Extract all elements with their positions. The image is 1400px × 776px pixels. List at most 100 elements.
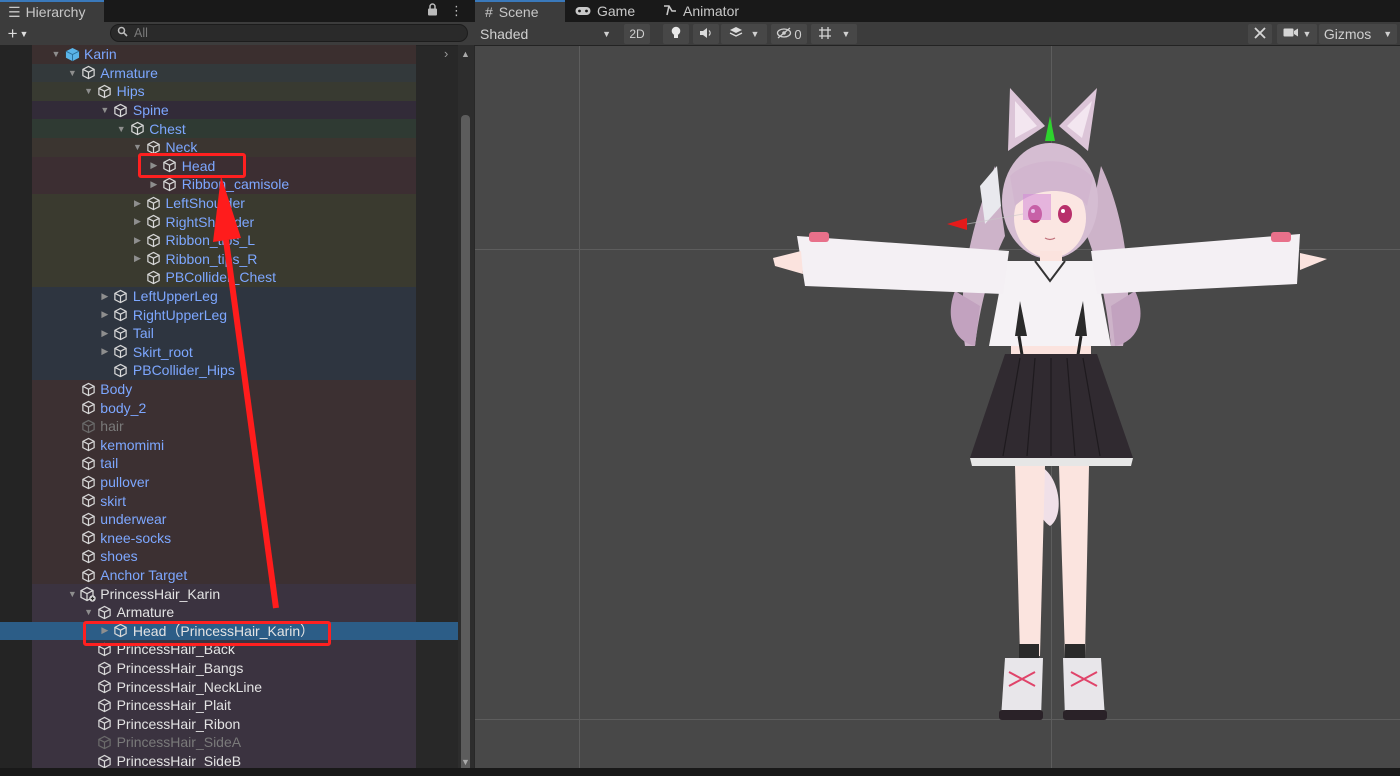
- hierarchy-item-label: Chest: [149, 120, 186, 137]
- hierarchy-item[interactable]: ▶ knee-socks: [0, 529, 458, 548]
- scene-panel: # Scene Game Animator Shaded ▼ 2D ▼ 0 ▼ …: [475, 0, 1400, 776]
- hierarchy-item[interactable]: ▶ PBCollider_Hips: [0, 361, 458, 380]
- expand-arrow-right-icon[interactable]: ▶: [132, 253, 144, 264]
- audio-toggle[interactable]: [693, 24, 719, 44]
- hierarchy-item-label: shoes: [100, 548, 138, 565]
- expand-arrow-right-icon[interactable]: ▶: [99, 346, 111, 357]
- gizmos-dropdown[interactable]: Gizmos ▼: [1319, 24, 1397, 44]
- search-input[interactable]: [134, 26, 434, 40]
- hidden-objects-toggle[interactable]: 0: [771, 24, 807, 44]
- kebab-menu-icon[interactable]: ⋮: [450, 3, 463, 19]
- tab-animator-label: Animator: [683, 3, 740, 19]
- hierarchy-item[interactable]: ▼ Karin: [0, 45, 458, 64]
- scene-viewport[interactable]: [475, 46, 1400, 776]
- tab-hierarchy-label: Hierarchy: [25, 4, 86, 20]
- hierarchy-item-label: Armature: [116, 604, 175, 621]
- tab-animator[interactable]: Animator: [653, 0, 753, 22]
- expand-arrow-down-icon[interactable]: ▼: [99, 105, 111, 115]
- no-arrow: ▶: [66, 495, 78, 506]
- dropdown-caret-icon: ▼: [841, 29, 851, 39]
- expand-arrow-down-icon[interactable]: ▼: [83, 607, 95, 617]
- expand-arrow-right-icon[interactable]: ▶: [99, 309, 111, 320]
- hierarchy-item[interactable]: ▶ LeftUpperLeg: [0, 287, 458, 306]
- expand-arrow-down-icon[interactable]: ▼: [66, 589, 78, 599]
- expand-arrow-down-icon[interactable]: ▼: [83, 86, 95, 96]
- cube-icon: [80, 437, 96, 453]
- hierarchy-item-label: body_2: [100, 399, 147, 416]
- hierarchy-item[interactable]: ▼ Chest: [0, 119, 458, 138]
- create-button[interactable]: + ▼: [0, 22, 36, 46]
- hierarchy-item[interactable]: ▶ PrincessHair_Bangs: [0, 659, 458, 678]
- hierarchy-item[interactable]: ▶ shoes: [0, 547, 458, 566]
- hierarchy-item[interactable]: ▼ PrincessHair_Karin: [0, 584, 458, 603]
- tools-icon: [1253, 26, 1267, 43]
- hierarchy-item[interactable]: ▶ Tail: [0, 324, 458, 343]
- effects-dropdown[interactable]: ▼: [721, 24, 767, 44]
- hierarchy-item[interactable]: ▶ PrincessHair_SideA: [0, 733, 458, 752]
- cube-icon: [146, 214, 162, 230]
- hierarchy-item[interactable]: ▼ Spine: [0, 101, 458, 120]
- expand-arrow-right-icon[interactable]: ▶: [99, 328, 111, 339]
- hierarchy-item[interactable]: ▼ Armature: [0, 64, 458, 83]
- expand-arrow-down-icon[interactable]: ▼: [132, 142, 144, 152]
- cube-icon: [146, 251, 162, 267]
- no-arrow: ▶: [83, 700, 95, 711]
- hierarchy-item[interactable]: ▶ pullover: [0, 473, 458, 492]
- hierarchy-item[interactable]: ▶ Body: [0, 380, 458, 399]
- avatar-model[interactable]: [475, 46, 1400, 776]
- hierarchy-item[interactable]: ▶ hair: [0, 417, 458, 436]
- scroll-up-icon[interactable]: ▲: [461, 49, 470, 59]
- hierarchy-item[interactable]: ▼ Armature: [0, 603, 458, 622]
- hierarchy-item[interactable]: ▶ PrincessHair_Plait: [0, 696, 458, 715]
- hierarchy-item-label: Tail: [132, 325, 154, 342]
- lightbulb-icon: [670, 26, 682, 43]
- cube-icon: [146, 232, 162, 248]
- grid-snap-dropdown[interactable]: ▼: [811, 24, 857, 44]
- tab-scene[interactable]: # Scene: [475, 0, 565, 22]
- tab-hierarchy[interactable]: ☰ Hierarchy: [0, 0, 104, 22]
- hierarchy-item[interactable]: ▶ skirt: [0, 491, 458, 510]
- dropdown-caret-icon: ▼: [750, 29, 760, 39]
- hierarchy-item[interactable]: ▶ RightUpperLeg: [0, 305, 458, 324]
- no-arrow: ▶: [83, 663, 95, 674]
- chevron-right-icon[interactable]: ›: [444, 46, 448, 61]
- hierarchy-item[interactable]: ▶ Skirt_root: [0, 343, 458, 362]
- no-arrow: ▶: [132, 272, 144, 283]
- hierarchy-item[interactable]: ▶ PrincessHair_NeckLine: [0, 677, 458, 696]
- hierarchy-item[interactable]: ▶ PBCollider_Chest: [0, 268, 458, 287]
- expand-arrow-down-icon[interactable]: ▼: [66, 68, 78, 78]
- expand-arrow-down-icon[interactable]: ▼: [115, 124, 127, 134]
- expand-arrow-right-icon[interactable]: ▶: [132, 235, 144, 246]
- expand-arrow-down-icon[interactable]: ▼: [50, 49, 62, 59]
- cube-icon: [97, 734, 113, 750]
- expand-arrow-right-icon[interactable]: ▶: [99, 291, 111, 302]
- hierarchy-item-label: Ribbon_tips_R: [165, 250, 258, 267]
- hierarchy-item[interactable]: ▶ body_2: [0, 398, 458, 417]
- scrollbar-thumb[interactable]: [461, 115, 470, 776]
- expand-arrow-right-icon[interactable]: ▶: [132, 198, 144, 209]
- scroll-down-icon[interactable]: ▼: [461, 757, 470, 767]
- hierarchy-tab-icons: ⋮: [427, 3, 463, 19]
- hierarchy-item[interactable]: ▼ Hips: [0, 82, 458, 101]
- hierarchy-item[interactable]: ▶ Ribbon_tips_L: [0, 231, 458, 250]
- shading-mode-dropdown[interactable]: Shaded ▼: [480, 22, 615, 46]
- tools-button[interactable]: [1248, 24, 1272, 44]
- cube-icon: [113, 344, 129, 360]
- hierarchy-item[interactable]: ▶ PrincessHair_Ribon: [0, 715, 458, 734]
- hierarchy-item[interactable]: ▶ RightShoulder: [0, 212, 458, 231]
- tab-game[interactable]: Game: [565, 0, 645, 22]
- expand-arrow-right-icon[interactable]: ▶: [148, 179, 160, 190]
- expand-arrow-right-icon[interactable]: ▶: [132, 216, 144, 227]
- hierarchy-item[interactable]: ▶ LeftShoulder: [0, 194, 458, 213]
- cube-icon: [113, 362, 129, 378]
- hierarchy-item[interactable]: ▶ kemomimi: [0, 436, 458, 455]
- lighting-toggle[interactable]: [663, 24, 689, 44]
- hierarchy-item[interactable]: ▶ Ribbon_tips_R: [0, 250, 458, 269]
- lock-icon[interactable]: [427, 3, 438, 19]
- toggle-2d-button[interactable]: 2D: [624, 24, 650, 44]
- hierarchy-item[interactable]: ▶ underwear: [0, 510, 458, 529]
- hierarchy-item[interactable]: ▶ tail: [0, 454, 458, 473]
- camera-dropdown[interactable]: ▼: [1277, 24, 1317, 44]
- hierarchy-scrollbar[interactable]: ▲ ▼: [458, 45, 474, 776]
- hierarchy-item[interactable]: ▶ Anchor Target: [0, 566, 458, 585]
